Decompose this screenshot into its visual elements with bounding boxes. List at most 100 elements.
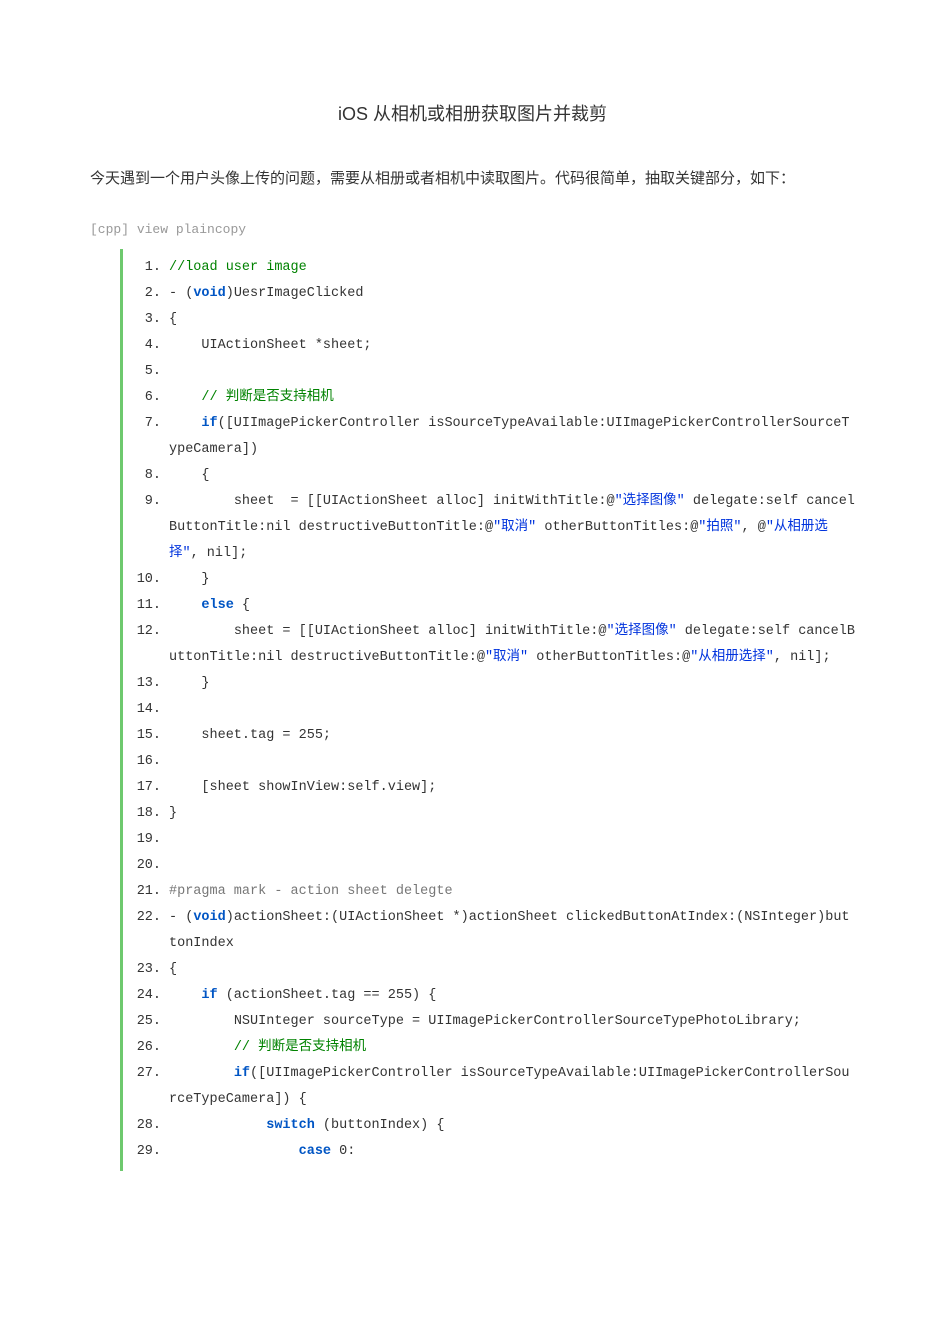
line-number: 10. (123, 567, 165, 593)
line-code (165, 697, 855, 723)
line-number: 29. (123, 1139, 165, 1165)
code-line: 7. if([UIImagePickerController isSourceT… (123, 411, 855, 463)
code-token: )UesrImageClicked (226, 286, 364, 301)
line-code: [sheet showInView:self.view]; (165, 775, 855, 801)
code-token: switch (266, 1118, 315, 1133)
code-meta-links[interactable]: view plaincopy (137, 222, 246, 237)
code-token: // 判断是否支持相机 (234, 1040, 366, 1055)
code-token: { (169, 468, 210, 483)
line-code: sheet.tag = 255; (165, 723, 855, 749)
line-number: 7. (123, 411, 165, 437)
code-token: , nil]; (191, 546, 248, 561)
line-number: 25. (123, 1009, 165, 1035)
line-number: 15. (123, 723, 165, 749)
code-token: "从相册选择" (690, 650, 774, 665)
code-block: 1.//load user image2.- (void)UesrImageCl… (120, 249, 855, 1171)
code-token: "选择图像" (615, 494, 685, 509)
line-number: 26. (123, 1035, 165, 1061)
code-token: case (299, 1144, 331, 1159)
code-line: 8. { (123, 463, 855, 489)
line-number: 3. (123, 307, 165, 333)
line-number: 14. (123, 697, 165, 723)
code-line: 25. NSUInteger sourceType = UIImagePicke… (123, 1009, 855, 1035)
line-code: } (165, 567, 855, 593)
code-token: // 判断是否支持相机 (201, 390, 333, 405)
line-number: 1. (123, 255, 165, 281)
code-language-tag: [cpp] (90, 222, 129, 237)
code-line: 2.- (void)UesrImageClicked (123, 281, 855, 307)
code-token: otherButtonTitles:@ (536, 520, 698, 535)
code-token (169, 988, 201, 1003)
code-line: 26. // 判断是否支持相机 (123, 1035, 855, 1061)
line-code: else { (165, 593, 855, 619)
code-line: 14. (123, 697, 855, 723)
code-token: otherButtonTitles:@ (528, 650, 690, 665)
code-token: UIActionSheet *sheet; (169, 338, 372, 353)
code-token: - ( (169, 286, 193, 301)
code-token (169, 1144, 299, 1159)
code-token: else (201, 598, 233, 613)
line-number: 24. (123, 983, 165, 1009)
code-line: 13. } (123, 671, 855, 697)
line-number: 27. (123, 1061, 165, 1087)
code-token: if (234, 1066, 250, 1081)
line-code: sheet = [[UIActionSheet alloc] initWithT… (165, 489, 855, 567)
code-token: [sheet showInView:self.view]; (169, 780, 436, 795)
code-line: 28. switch (buttonIndex) { (123, 1113, 855, 1139)
line-number: 13. (123, 671, 165, 697)
line-number: 19. (123, 827, 165, 853)
line-code: - (void)UesrImageClicked (165, 281, 855, 307)
code-token (169, 1066, 234, 1081)
code-token: ([UIImagePickerController isSourceTypeAv… (169, 416, 850, 457)
code-line: 20. (123, 853, 855, 879)
code-line: 27. if([UIImagePickerController isSource… (123, 1061, 855, 1113)
line-number: 4. (123, 333, 165, 359)
line-code (165, 359, 855, 385)
line-number: 11. (123, 593, 165, 619)
code-token: )actionSheet:(UIActionSheet *)actionShee… (169, 910, 850, 951)
line-code: //load user image (165, 255, 855, 281)
line-code (165, 827, 855, 853)
line-code: sheet = [[UIActionSheet alloc] initWithT… (165, 619, 855, 671)
code-token: ([UIImagePickerController isSourceTypeAv… (169, 1066, 850, 1107)
line-number: 9. (123, 489, 165, 515)
line-number: 20. (123, 853, 165, 879)
line-number: 12. (123, 619, 165, 645)
code-token: "拍照" (698, 520, 741, 535)
line-number: 5. (123, 359, 165, 385)
line-number: 8. (123, 463, 165, 489)
code-token: #pragma mark - action sheet delegte (169, 884, 453, 899)
code-line: 4. UIActionSheet *sheet; (123, 333, 855, 359)
code-token: { (169, 312, 177, 327)
code-line: 24. if (actionSheet.tag == 255) { (123, 983, 855, 1009)
code-line: 23.{ (123, 957, 855, 983)
code-token: { (234, 598, 250, 613)
page-title: iOS 从相机或相册获取图片并裁剪 (90, 100, 855, 126)
code-token (169, 390, 201, 405)
code-token: } (169, 676, 210, 691)
code-line: 16. (123, 749, 855, 775)
code-line: 17. [sheet showInView:self.view]; (123, 775, 855, 801)
line-code: switch (buttonIndex) { (165, 1113, 855, 1139)
code-token: sheet.tag = 255; (169, 728, 331, 743)
line-number: 22. (123, 905, 165, 931)
line-number: 2. (123, 281, 165, 307)
code-line: 3. { (123, 307, 855, 333)
code-token: void (193, 910, 225, 925)
code-line: 22.- (void)actionSheet:(UIActionSheet *)… (123, 905, 855, 957)
line-code: - (void)actionSheet:(UIActionSheet *)act… (165, 905, 855, 957)
line-number: 16. (123, 749, 165, 775)
code-token: "选择图像" (606, 624, 676, 639)
code-line: 11. else { (123, 593, 855, 619)
line-code: if (actionSheet.tag == 255) { (165, 983, 855, 1009)
code-token: (actionSheet.tag == 255) { (218, 988, 437, 1003)
intro-paragraph: 今天遇到一个用户头像上传的问题，需要从相册或者相机中读取图片。代码很简单，抽取关… (90, 166, 855, 192)
line-code: #pragma mark - action sheet delegte (165, 879, 855, 905)
line-code: // 判断是否支持相机 (165, 385, 855, 411)
line-code: } (165, 801, 855, 827)
code-line: 21.#pragma mark - action sheet delegte (123, 879, 855, 905)
line-code: case 0: (165, 1139, 855, 1165)
code-token: if (201, 988, 217, 1003)
code-line: 15. sheet.tag = 255; (123, 723, 855, 749)
line-code: { (165, 463, 855, 489)
